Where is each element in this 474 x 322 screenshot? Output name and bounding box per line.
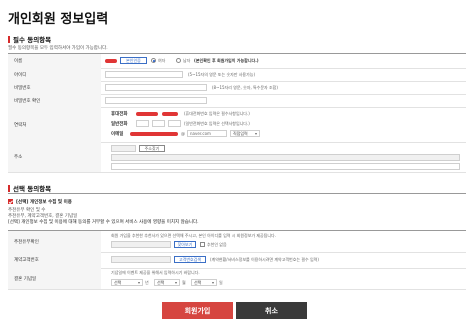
userid-label: 아이디 — [8, 68, 101, 81]
gender-male-label: 남자 — [183, 58, 191, 63]
optional-divider — [8, 193, 466, 194]
address-search-button[interactable]: 주소찾기 — [139, 145, 165, 152]
password-label: 비밀번호 — [8, 81, 101, 94]
anniversary-row: 결혼 기념일 기념일에 이벤트 제공을 위해서 입력하시기 바랍니다. 선택 년… — [8, 268, 466, 290]
optional-consent-label: [선택] 개인정보 수집 및 이용 — [16, 200, 72, 205]
submit-button[interactable]: 회원가입 — [162, 302, 233, 319]
identity-auth-button[interactable]: 본인인증 — [120, 57, 147, 64]
gender-female-radio[interactable] — [151, 58, 156, 63]
contract-hint: (계약현황/서비스정보를 이용하시려면 계약고객번호는 필수 입력) — [210, 257, 319, 262]
phone-part1-input[interactable] — [136, 120, 149, 127]
required-note: 필수 동의항목을 모두 입력하셔야 가입이 가능합니다. — [8, 46, 108, 51]
userid-input[interactable] — [105, 71, 183, 78]
password-confirm-label: 비밀번호 확인 — [8, 94, 101, 107]
referrer-desc: 회원 가입을 추천한 추천사가 있으면 선택해 주시고, 본인 아이디를 입력 … — [111, 233, 276, 238]
anniversary-day-select[interactable]: 선택 — [191, 279, 217, 286]
anniversary-desc: 기념일에 이벤트 제공을 위해서 입력하시기 바랍니다. — [111, 270, 200, 275]
email-id-redaction — [130, 132, 178, 136]
optional-form-table: 추천유무확인 회원 가입을 추천한 추천사가 있으면 선택해 주시고, 본인 아… — [8, 230, 466, 290]
optional-section-label: 선택 동의항목 — [13, 185, 52, 193]
contract-row: 계약고객번호 고객번호검색 (계약현황/서비스정보를 이용하시려면 계약고객번호… — [8, 252, 466, 269]
year-unit: 년 — [145, 280, 149, 285]
zipcode-input[interactable] — [111, 145, 136, 152]
phone-part2-input[interactable] — [152, 120, 165, 127]
contact-label: 연락처 — [8, 107, 101, 142]
userid-hint: (5~15자의 영문 또는 숫자만 사용가능) — [188, 72, 256, 77]
name-redaction — [105, 59, 117, 63]
required-section-label: 필수 동의항목 — [13, 36, 52, 44]
address-label: 주소 — [8, 142, 101, 172]
contract-label: 계약고객번호 — [8, 252, 101, 268]
optional-notice: [선택] 개인정보 수집 및 이용에 대해 동의를 거부할 수 있으며 서비스 … — [8, 220, 199, 225]
optional-section-title: 선택 동의항목 — [8, 183, 51, 193]
optional-consent-checkbox[interactable] — [8, 199, 13, 204]
page-title: 개인회원 정보입력 — [8, 12, 109, 27]
password-hint: (8~15자리 영문, 숫자, 특수문자 조합) — [212, 85, 278, 90]
userid-row: 아이디 (5~15자의 영문 또는 숫자만 사용가능) — [8, 68, 466, 82]
name-hint: (본인확인 후 회원가입이 가능합니다.) — [194, 58, 259, 63]
referrer-input[interactable] — [111, 241, 171, 248]
address-line1-input[interactable] — [111, 154, 460, 161]
address-line2-input[interactable] — [111, 163, 460, 170]
no-referrer-label: 추천인 없음 — [207, 242, 227, 247]
password-row: 비밀번호 (8~15자리 영문, 숫자, 특수문자 조합) — [8, 81, 466, 95]
referrer-row: 추천유무확인 회원 가입을 추천한 추천사가 있으면 선택해 주시고, 본인 아… — [8, 231, 466, 253]
email-label: 이메일 — [111, 132, 124, 137]
name-label: 이름 — [8, 54, 101, 68]
section-bullet — [8, 184, 10, 192]
no-referrer-checkbox[interactable] — [200, 242, 205, 247]
phone-part3-input[interactable] — [168, 120, 181, 127]
section-bullet — [8, 35, 10, 43]
password-confirm-input[interactable] — [105, 97, 207, 104]
mobile-label: 휴대전화 — [111, 112, 128, 117]
referrer-label: 추천유무확인 — [8, 231, 101, 252]
mobile-redaction — [136, 112, 158, 116]
mobile-redaction-2 — [162, 112, 178, 116]
anniversary-year-select[interactable]: 선택 — [111, 279, 143, 286]
password-confirm-row: 비밀번호 확인 — [8, 94, 466, 108]
mobile-hint: (휴대전화번호 입력은 필수사항입니다.) — [184, 111, 250, 116]
gender-male-radio[interactable] — [176, 58, 181, 63]
contract-search-button[interactable]: 고객번호검색 — [174, 256, 206, 263]
day-unit: 일 — [219, 280, 223, 285]
cancel-button[interactable]: 취소 — [236, 302, 307, 319]
required-form-table: 이름 본인인증 여자 남자 (본인확인 후 회원가입이 가능합니다.) 아이디 … — [8, 53, 466, 173]
anniversary-month-select[interactable]: 선택 — [154, 279, 180, 286]
password-input[interactable] — [105, 84, 207, 91]
contact-row: 연락처 휴대전화 (휴대전화번호 입력은 필수사항입니다.) 일반전화 (일반전… — [8, 107, 466, 143]
phone-hint: (일반전화번호 입력은 선택사항입니다.) — [184, 121, 250, 126]
month-unit: 월 — [182, 280, 186, 285]
gender-female-label: 여자 — [158, 58, 166, 63]
required-section-title: 필수 동의항목 — [8, 34, 51, 44]
email-domain-input[interactable]: naver.com — [187, 130, 227, 137]
referrer-find-button[interactable]: 찾아보기 — [174, 241, 196, 248]
phone-label: 일반전화 — [111, 122, 128, 127]
anniversary-label: 결혼 기념일 — [8, 268, 101, 289]
contract-input[interactable] — [111, 256, 171, 263]
name-row: 이름 본인인증 여자 남자 (본인확인 후 회원가입이 가능합니다.) — [8, 54, 466, 69]
email-domain-select[interactable]: 직접입력 — [230, 130, 260, 137]
email-at: @ — [181, 131, 185, 136]
address-row: 주소 주소찾기 — [8, 142, 466, 173]
